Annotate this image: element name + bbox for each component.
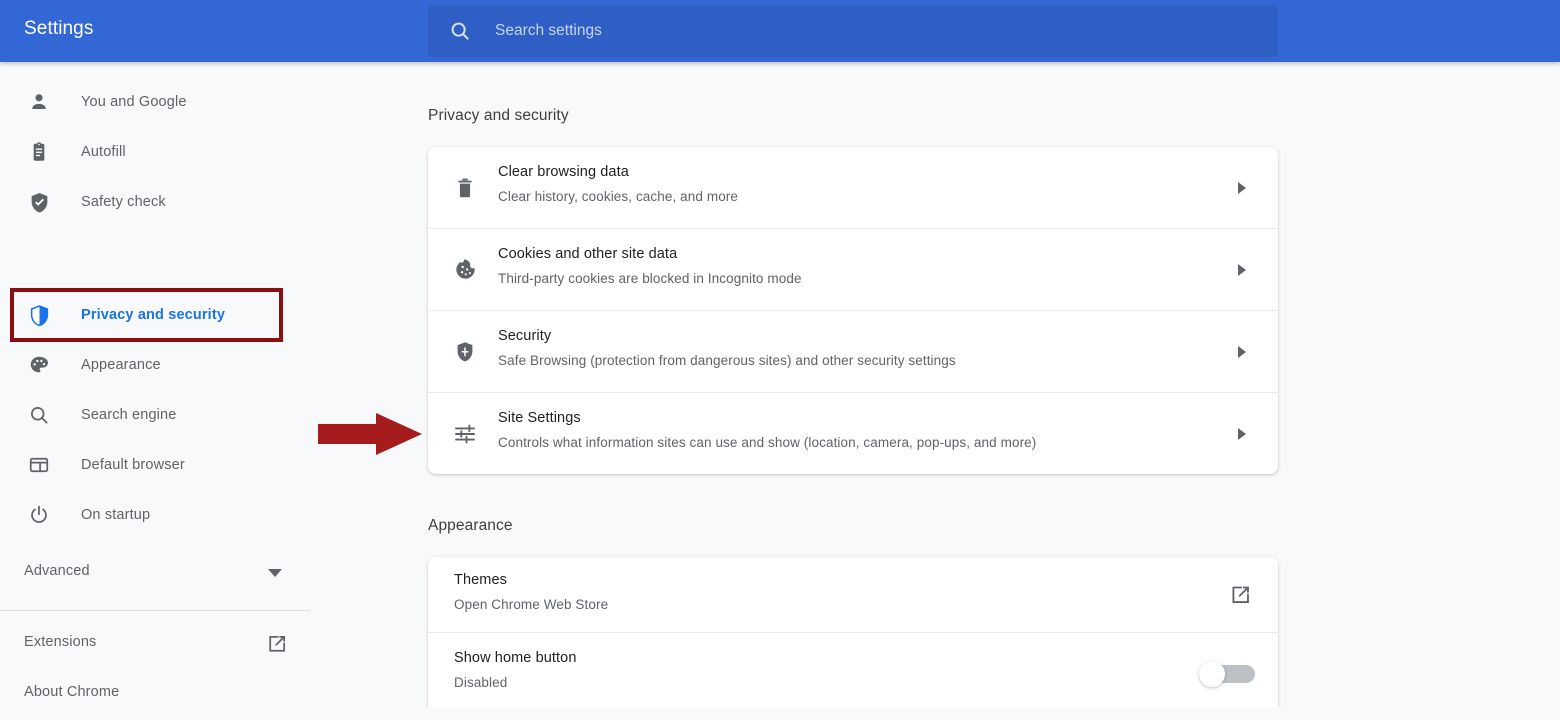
sidebar-item-on-startup[interactable]: On startup [0, 490, 310, 540]
sidebar-item-extensions[interactable]: Extensions [0, 620, 310, 670]
row-subtitle: Open Chrome Web Store [454, 597, 609, 612]
trash-icon [452, 175, 478, 201]
external-link-icon[interactable] [266, 633, 288, 655]
row-title: Themes [454, 572, 507, 588]
sidebar-advanced-label: Advanced [24, 563, 90, 579]
sidebar-item-you-and-google[interactable]: You and Google [0, 77, 310, 127]
power-icon [27, 503, 51, 527]
sidebar-item-label: Default browser [81, 457, 185, 473]
row-title: Cookies and other site data [498, 246, 678, 262]
sidebar-item-label: Safety check [81, 194, 166, 210]
sidebar-item-label: You and Google [81, 94, 187, 110]
sidebar-item-safety-check[interactable]: Safety check [0, 177, 310, 227]
sidebar-item-label: About Chrome [24, 684, 120, 700]
sidebar-divider [0, 610, 310, 611]
shield-split-icon [27, 303, 51, 327]
search-settings-box[interactable] [428, 4, 1278, 58]
chevron-down-icon [268, 569, 282, 577]
row-security[interactable]: Security Safe Browsing (protection from … [428, 311, 1278, 393]
privacy-and-security-card: Clear browsing data Clear history, cooki… [428, 147, 1278, 474]
palette-icon [27, 353, 51, 377]
sidebar-item-default-browser[interactable]: Default browser [0, 440, 310, 490]
toggle-knob [1199, 660, 1225, 687]
sidebar-item-about-chrome[interactable]: About Chrome [0, 670, 310, 720]
settings-sidebar: You and Google Autofill Safety check Pri… [0, 62, 310, 707]
row-title: Show home button [454, 650, 577, 666]
sidebar-item-autofill[interactable]: Autofill [0, 127, 310, 177]
sidebar-item-label: On startup [81, 507, 151, 523]
person-icon [27, 90, 51, 114]
row-title: Security [498, 328, 552, 344]
row-clear-browsing-data[interactable]: Clear browsing data Clear history, cooki… [428, 147, 1278, 229]
show-home-button-toggle[interactable] [1199, 660, 1255, 687]
row-subtitle: Disabled [454, 675, 508, 690]
external-link-icon[interactable] [1229, 583, 1252, 606]
row-cookies-and-other-site-data[interactable]: Cookies and other site data Third-party … [428, 229, 1278, 311]
sidebar-item-label: Search engine [81, 407, 177, 423]
magnifier-icon [27, 403, 51, 427]
sidebar-item-label: Autofill [81, 144, 126, 160]
row-themes[interactable]: Themes Open Chrome Web Store [428, 557, 1278, 633]
sidebar-item-search-engine[interactable]: Search engine [0, 390, 310, 440]
cookie-icon [452, 257, 478, 283]
sidebar-item-label: Appearance [81, 357, 161, 373]
row-subtitle: Safe Browsing (protection from dangerous… [498, 353, 956, 368]
row-show-home-button[interactable]: Show home button Disabled [428, 633, 1278, 707]
chevron-right-icon[interactable] [1238, 263, 1246, 276]
sidebar-advanced-toggle[interactable]: Advanced [0, 549, 310, 597]
row-title: Site Settings [498, 410, 581, 426]
section-title-appearance: Appearance [428, 517, 513, 534]
chevron-right-icon[interactable] [1238, 427, 1246, 440]
tune-sliders-icon [452, 421, 478, 447]
row-subtitle: Third-party cookies are blocked in Incog… [498, 271, 802, 286]
page-title: Settings [24, 18, 94, 39]
appearance-card: Themes Open Chrome Web Store Show home b… [428, 557, 1278, 707]
chevron-right-icon[interactable] [1238, 181, 1246, 194]
clipboard-icon [27, 140, 51, 164]
row-site-settings[interactable]: Site Settings Controls what information … [428, 393, 1278, 474]
section-title-privacy: Privacy and security [428, 107, 569, 124]
sidebar-item-label: Extensions [24, 634, 97, 650]
shield-check-icon [27, 190, 51, 214]
shield-icon [452, 339, 478, 365]
row-subtitle: Clear history, cookies, cache, and more [498, 189, 739, 204]
settings-main-content: Privacy and security Clear browsing data… [310, 62, 1560, 707]
search-input[interactable] [493, 4, 1262, 58]
row-title: Clear browsing data [498, 164, 629, 180]
sidebar-item-label: Privacy and security [81, 307, 226, 323]
search-icon [449, 20, 471, 42]
sidebar-item-appearance[interactable]: Appearance [0, 340, 310, 390]
row-subtitle: Controls what information sites can use … [498, 435, 1037, 450]
chevron-right-icon[interactable] [1238, 345, 1246, 358]
settings-header: Settings [0, 0, 1560, 62]
browser-window-icon [27, 453, 51, 477]
sidebar-item-privacy-and-security[interactable]: Privacy and security [0, 290, 310, 340]
